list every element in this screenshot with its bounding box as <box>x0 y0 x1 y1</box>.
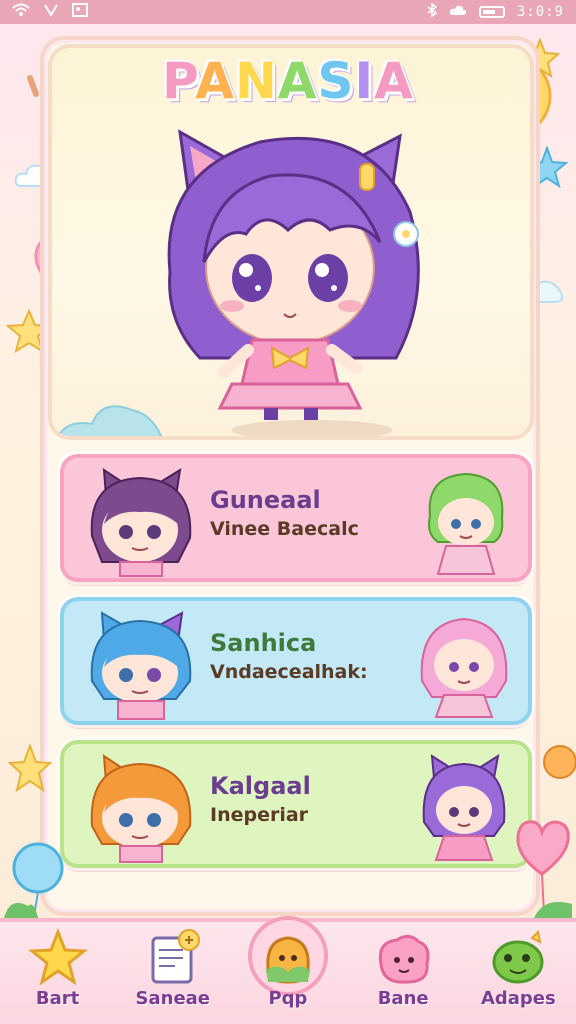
frog-icon <box>492 929 544 984</box>
nav-label-adapes: Adapes <box>480 988 556 1009</box>
card-1-title: Guneaal <box>210 486 321 514</box>
nav-label-bane: Bane <box>377 988 429 1009</box>
nav-label-bart: Bart <box>35 988 80 1009</box>
status-left <box>12 3 88 21</box>
heart-balloon-sticker <box>516 820 572 918</box>
star-icon <box>27 928 88 986</box>
app-title: PANASIA <box>162 52 414 110</box>
balloon-sticker <box>4 842 64 918</box>
nav-label-pqp: Pqp <box>268 988 308 1009</box>
card-2-side-character <box>420 617 508 718</box>
status-time: 3:0:9 <box>516 4 564 20</box>
cloud-icon <box>449 4 467 20</box>
bluetooth-icon <box>427 2 438 21</box>
nav-item-bart[interactable]: Bart <box>8 922 108 1022</box>
document-icon <box>151 929 200 984</box>
signal-icon <box>44 3 58 21</box>
card-2-avatar <box>90 611 192 720</box>
nav-item-adapes[interactable]: Adapes <box>468 922 568 1022</box>
hill-cloud <box>56 405 163 436</box>
card-1-avatar <box>90 468 192 577</box>
blob-icon <box>265 936 310 984</box>
bottom-nav: Bart Saneae Pqp Bane Adapes <box>0 916 576 1024</box>
image-icon <box>72 3 88 21</box>
status-bar: 3:0:9 <box>0 0 576 24</box>
nav-item-bane[interactable]: Bane <box>353 922 453 1022</box>
card-3-avatar <box>90 754 192 863</box>
wifi-icon <box>12 3 30 21</box>
card-1-subtitle: Vinee Baecalc <box>210 518 359 540</box>
card-3-title: Kalgaal <box>210 772 311 800</box>
card-2-title: Sanhica <box>210 629 317 657</box>
character-card-2[interactable]: Sanhica Vndaecealhak: <box>60 597 532 725</box>
battery-icon <box>478 6 505 18</box>
nav-label-saneae: Saneae <box>135 988 211 1009</box>
nav-item-saneae[interactable]: Saneae <box>123 922 223 1022</box>
card-3-side-character <box>422 753 506 861</box>
flower-right-sticker <box>543 745 576 779</box>
card-1-side-character <box>428 472 504 575</box>
status-right: 3:0:9 <box>427 2 564 21</box>
hero-cat-girl <box>167 129 420 420</box>
yellow-star-left <box>8 744 52 793</box>
pink-blob-icon <box>379 935 430 984</box>
nav-item-pqp[interactable]: Pqp <box>238 916 338 1022</box>
card-2-subtitle: Vndaecealhak: <box>210 661 368 683</box>
card-3-subtitle: Ineperiar <box>210 804 309 826</box>
character-card-3[interactable]: Kalgaal Ineperiar <box>60 740 532 868</box>
character-card-1[interactable]: Guneaal Vinee Baecalc <box>60 454 532 582</box>
